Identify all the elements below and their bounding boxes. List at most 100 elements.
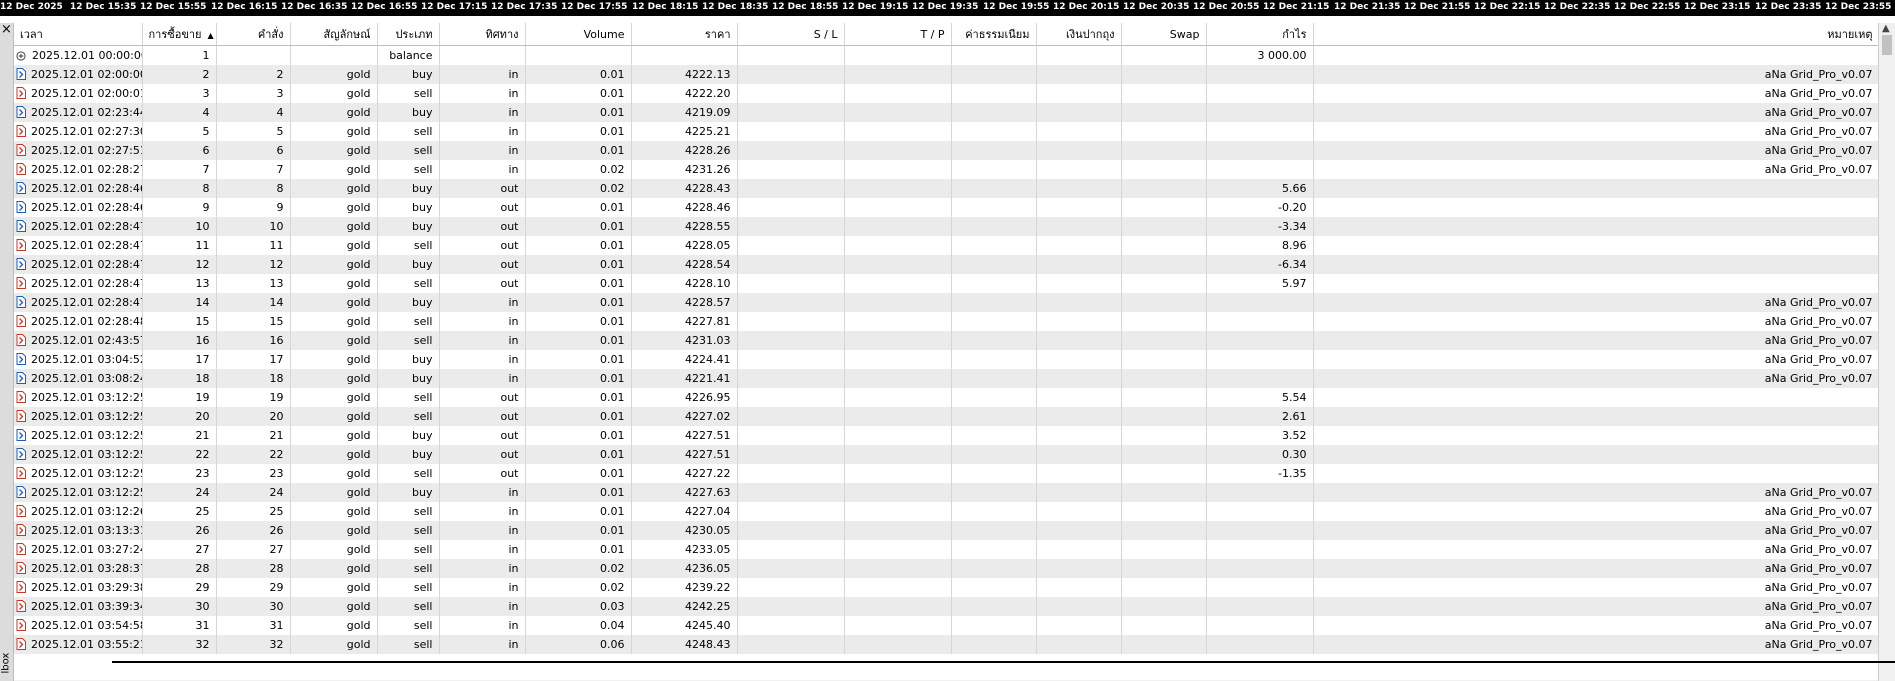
cell-type: sell bbox=[377, 84, 440, 103]
cell-time-text: 2025.12.01 03:39:34 bbox=[31, 600, 142, 613]
table-row[interactable]: 2025.12.01 02:27:30 5 5 gold sell in 0.01 4225.… bbox=[14, 122, 1879, 141]
table-row[interactable]: 2025.12.01 02:00:01 3 3 gold sell in 0.01 4222.… bbox=[14, 84, 1879, 103]
buy-deal-icon bbox=[16, 429, 26, 441]
cell-order: 20 bbox=[216, 407, 291, 426]
cell-fee bbox=[1036, 407, 1122, 426]
cell-time: 2025.12.01 02:27:30 bbox=[14, 122, 143, 141]
table-row[interactable]: 2025.12.01 03:12:25 20 20 gold sell out 0.01 42… bbox=[14, 407, 1879, 426]
cell-time: 2025.12.01 00:00:00 bbox=[14, 45, 143, 65]
table-row[interactable]: 2025.12.01 03:08:24 18 18 gold buy in 0.01 4221… bbox=[14, 369, 1879, 388]
col-header-comment[interactable]: หมายเหตุ bbox=[1313, 23, 1879, 46]
cell-volume: 0.01 bbox=[525, 445, 632, 464]
cell-type: buy bbox=[377, 103, 440, 122]
cell-profit bbox=[1206, 103, 1314, 122]
cell-comment bbox=[1313, 464, 1879, 483]
cell-time: 2025.12.01 02:28:48 bbox=[14, 312, 143, 331]
cell-deal: 7 bbox=[142, 160, 217, 179]
table-row[interactable]: 2025.12.01 03:12:25 22 22 gold buy out 0.01 422… bbox=[14, 445, 1879, 464]
col-header-direction[interactable]: ทิศทาง bbox=[439, 23, 526, 46]
table-row[interactable]: 2025.12.01 03:28:37 28 28 gold sell in 0.02 423… bbox=[14, 559, 1879, 578]
table-row[interactable]: 2025.12.01 02:28:48 15 15 gold sell in 0.01 422… bbox=[14, 312, 1879, 331]
table-row[interactable]: 2025.12.01 02:23:44 4 4 gold buy in 0.01 4219.0… bbox=[14, 103, 1879, 122]
scroll-up-icon[interactable]: ▲ bbox=[1882, 23, 1890, 34]
cell-comment bbox=[1313, 236, 1879, 255]
col-header-swap[interactable]: Swap bbox=[1121, 23, 1207, 46]
table-row[interactable]: 2025.12.01 02:28:47 12 12 gold buy out 0.01 422… bbox=[14, 255, 1879, 274]
cell-order: 14 bbox=[216, 293, 291, 312]
table-row[interactable]: 2025.12.01 02:28:47 11 11 gold sell out 0.01 42… bbox=[14, 236, 1879, 255]
col-header-symbol[interactable]: สัญลักษณ์ bbox=[290, 23, 378, 46]
table-row[interactable]: 2025.12.01 03:55:21 32 32 gold sell in 0.06 424… bbox=[14, 635, 1879, 654]
cell-sl bbox=[737, 369, 845, 388]
table-row[interactable]: 2025.12.01 02:28:47 14 14 gold buy in 0.01 4228… bbox=[14, 293, 1879, 312]
cell-tp bbox=[844, 407, 952, 426]
table-row[interactable]: 2025.12.01 02:27:51 6 6 gold sell in 0.01 4228.… bbox=[14, 141, 1879, 160]
cell-type: sell bbox=[377, 141, 440, 160]
cell-time: 2025.12.01 03:12:25 bbox=[14, 388, 143, 407]
sell-deal-icon bbox=[16, 277, 26, 289]
table-row[interactable]: 2025.12.01 03:13:31 26 26 gold sell in 0.01 423… bbox=[14, 521, 1879, 540]
cell-comment bbox=[1313, 407, 1879, 426]
cell-order: 11 bbox=[216, 236, 291, 255]
table-row[interactable]: 2025.12.01 02:00:00 2 2 gold buy in 0.01 4222.1… bbox=[14, 65, 1879, 84]
table-row[interactable]: 2025.12.01 03:12:26 25 25 gold sell in 0.01 422… bbox=[14, 502, 1879, 521]
col-header-profit[interactable]: กำไร bbox=[1206, 23, 1314, 46]
table-row[interactable]: 2025.12.01 03:12:25 23 23 gold sell out 0.01 42… bbox=[14, 464, 1879, 483]
cell-sl bbox=[737, 578, 845, 597]
vertical-scrollbar[interactable]: ▲ bbox=[1878, 23, 1895, 681]
col-header-deal[interactable]: การซื้อขาย ▲ bbox=[142, 23, 217, 46]
table-row[interactable]: 2025.12.01 02:28:47 13 13 gold sell out 0.01 42… bbox=[14, 274, 1879, 293]
buy-deal-icon bbox=[16, 106, 26, 118]
table-row[interactable]: 2025.12.01 02:28:46 9 9 gold buy out 0.01 4228.… bbox=[14, 198, 1879, 217]
table-row[interactable]: 2025.12.01 00:00:00 1 balance 3 000.00 bbox=[14, 45, 1879, 65]
table-row[interactable]: 2025.12.01 03:54:58 31 31 gold sell in 0.04 424… bbox=[14, 616, 1879, 635]
col-header-sl[interactable]: S / L bbox=[737, 23, 845, 46]
col-header-commission[interactable]: ค่าธรรมเนียม bbox=[951, 23, 1037, 46]
table-row[interactable]: 2025.12.01 02:43:57 16 16 gold sell in 0.01 423… bbox=[14, 331, 1879, 350]
table-row[interactable]: 2025.12.01 03:04:52 17 17 gold buy in 0.01 4224… bbox=[14, 350, 1879, 369]
cell-profit bbox=[1206, 160, 1314, 179]
cell-time: 2025.12.01 02:00:00 bbox=[14, 65, 143, 84]
sell-deal-icon bbox=[16, 581, 26, 593]
table-row[interactable]: 2025.12.01 03:12:25 21 21 gold buy out 0.01 422… bbox=[14, 426, 1879, 445]
table-row[interactable]: 2025.12.01 03:29:38 29 29 gold sell in 0.02 423… bbox=[14, 578, 1879, 597]
cell-direction: in bbox=[439, 141, 526, 160]
table-row[interactable]: 2025.12.01 02:28:47 10 10 gold buy out 0.01 422… bbox=[14, 217, 1879, 236]
col-header-order[interactable]: คำสั่ง bbox=[216, 23, 291, 46]
cell-price: 4236.05 bbox=[631, 559, 738, 578]
table-row[interactable]: 2025.12.01 02:28:27 7 7 gold sell in 0.02 4231.… bbox=[14, 160, 1879, 179]
cell-fee bbox=[1036, 160, 1122, 179]
table-row[interactable]: 2025.12.01 03:12:25 19 19 gold sell out 0.01 42… bbox=[14, 388, 1879, 407]
cell-order: 4 bbox=[216, 103, 291, 122]
scrollbar-thumb[interactable] bbox=[1882, 35, 1892, 55]
close-icon[interactable]: × bbox=[1, 22, 12, 37]
table-row[interactable]: 2025.12.01 03:27:24 27 27 gold sell in 0.01 423… bbox=[14, 540, 1879, 559]
col-header-price[interactable]: ราคา bbox=[631, 23, 738, 46]
cell-type: buy bbox=[377, 350, 440, 369]
cell-direction: in bbox=[439, 160, 526, 179]
col-header-tp[interactable]: T / P bbox=[844, 23, 952, 46]
cell-fee bbox=[1036, 141, 1122, 160]
cell-comment bbox=[1313, 426, 1879, 445]
cell-sl bbox=[737, 179, 845, 198]
cell-sl bbox=[737, 236, 845, 255]
table-row[interactable]: 2025.12.01 03:12:25 24 24 gold buy in 0.01 4227… bbox=[14, 483, 1879, 502]
table-row[interactable]: 2025.12.01 02:28:46 8 8 gold buy out 0.02 4228.… bbox=[14, 179, 1879, 198]
cell-type: sell bbox=[377, 274, 440, 293]
col-header-fee[interactable]: เงินปากถุง bbox=[1036, 23, 1122, 46]
cell-time-text: 2025.12.01 02:28:46 bbox=[31, 182, 142, 195]
cell-order: 30 bbox=[216, 597, 291, 616]
cell-time-text: 2025.12.01 03:12:26 bbox=[31, 505, 142, 518]
cell-time-text: 2025.12.01 02:28:47 bbox=[31, 258, 142, 271]
cell-tp bbox=[844, 274, 952, 293]
cell-order: 2 bbox=[216, 65, 291, 84]
cell-fee bbox=[1036, 502, 1122, 521]
cell-type: sell bbox=[377, 502, 440, 521]
cell-order: 32 bbox=[216, 635, 291, 654]
col-header-volume[interactable]: Volume bbox=[525, 23, 632, 46]
col-header-time[interactable]: เวลา bbox=[14, 23, 143, 46]
col-header-type[interactable]: ประเภท bbox=[377, 23, 440, 46]
table-row[interactable]: 2025.12.01 03:39:34 30 30 gold sell in 0.03 424… bbox=[14, 597, 1879, 616]
cell-commission bbox=[951, 540, 1037, 559]
time-scale-label: 12 Dec 18:55 bbox=[772, 2, 839, 12]
